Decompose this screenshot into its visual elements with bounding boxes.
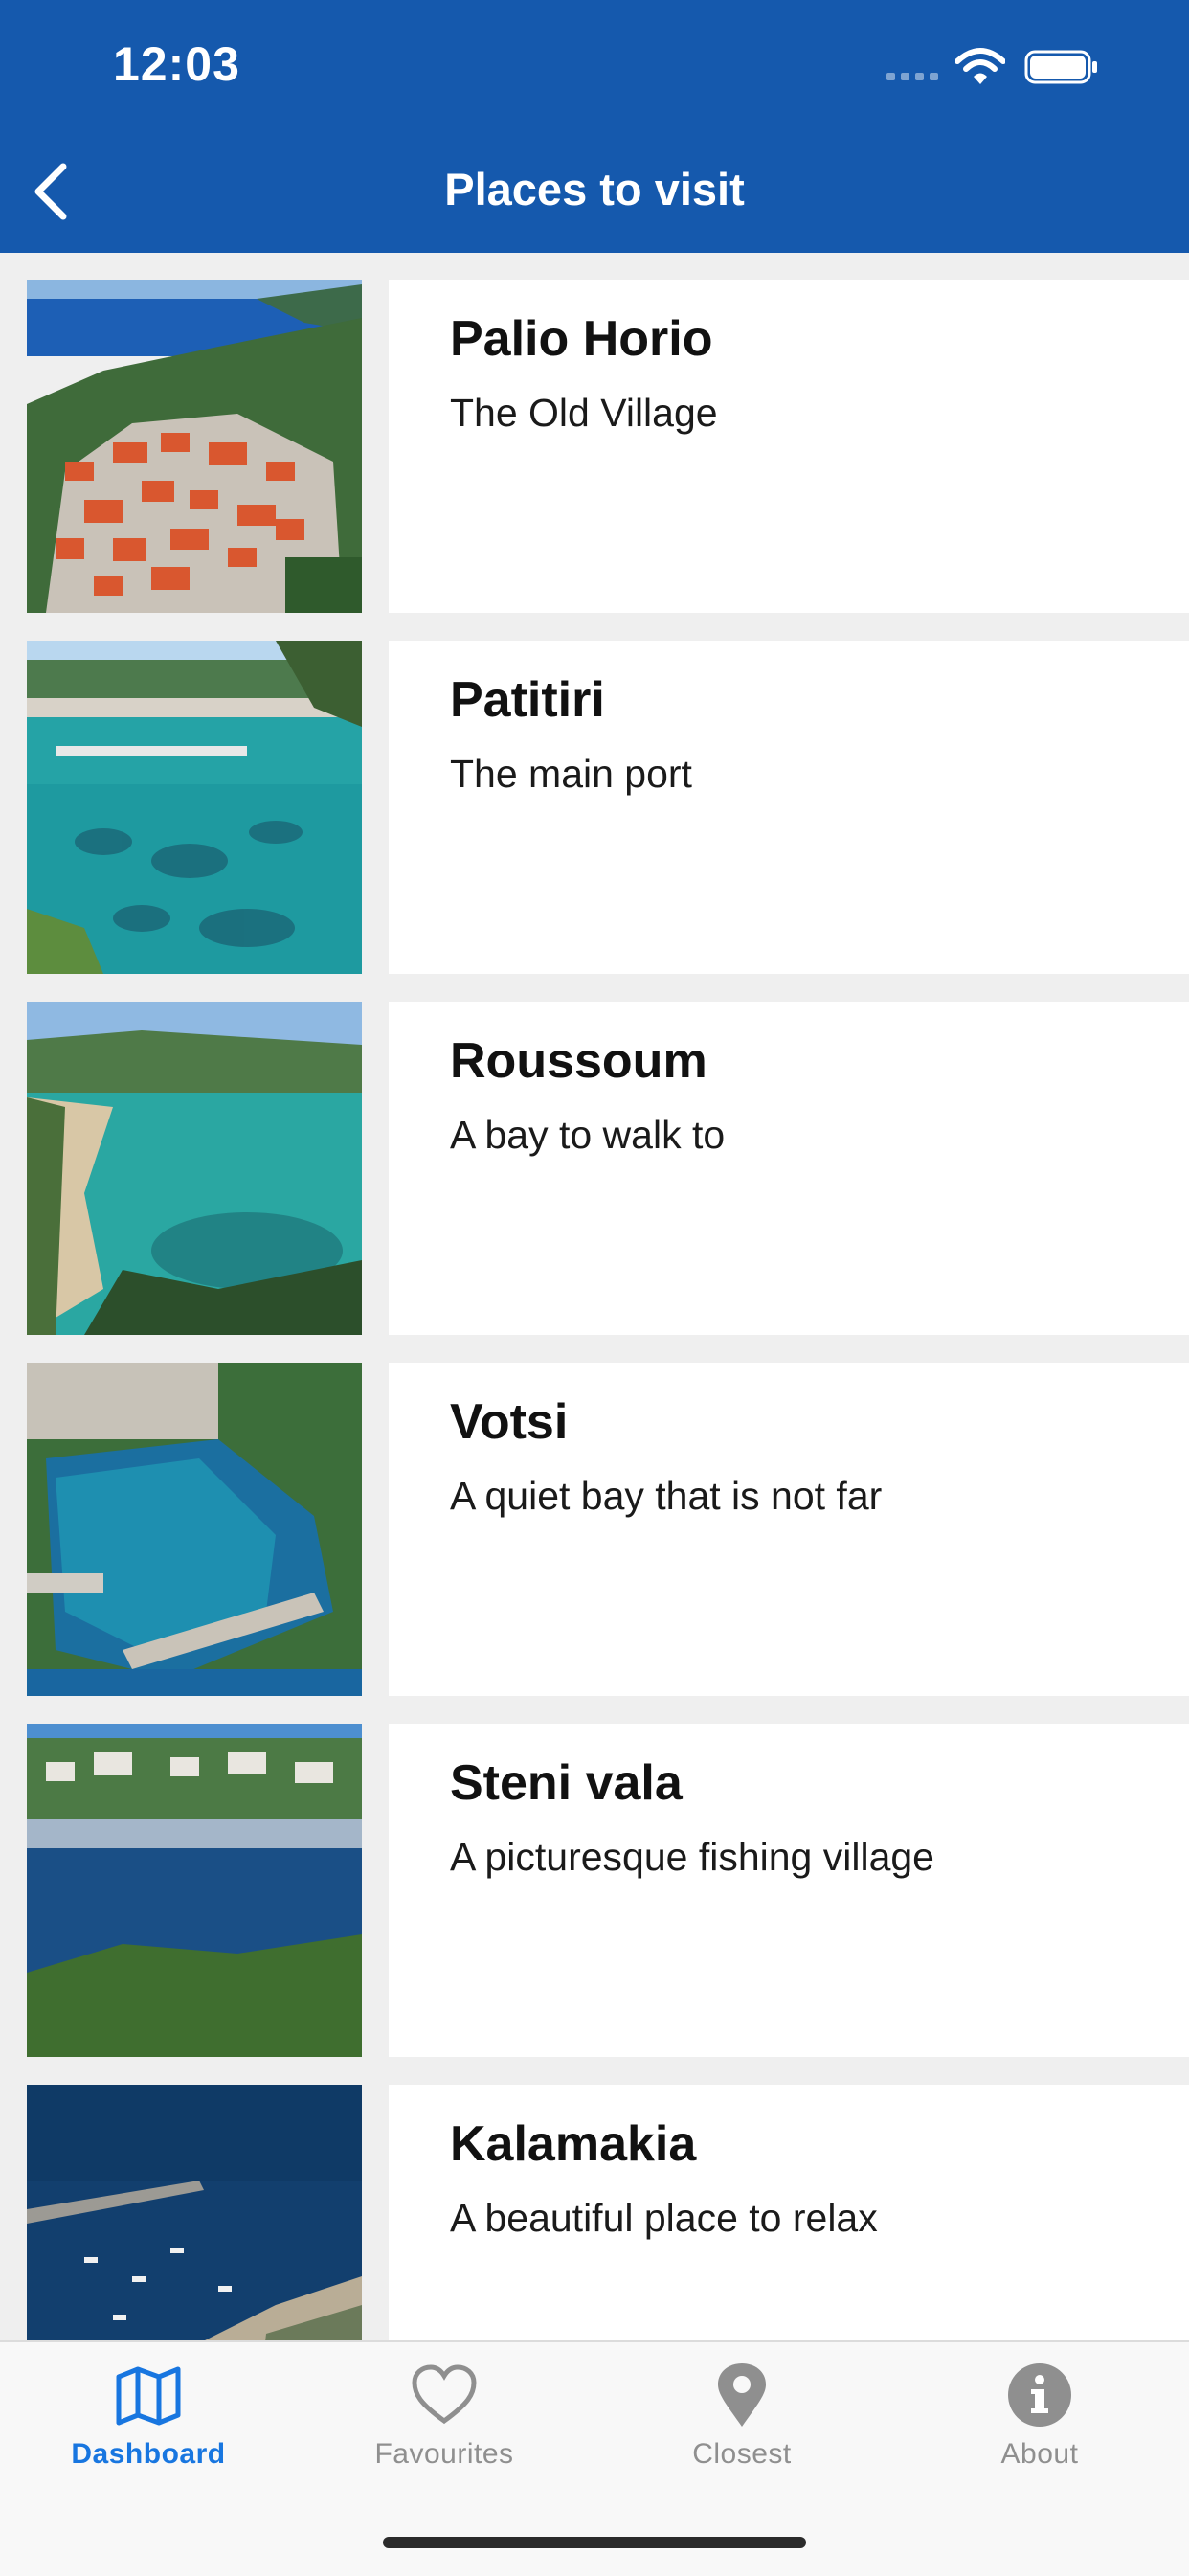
place-name: Kalamakia (450, 2116, 697, 2172)
place-name: Patitiri (450, 672, 605, 728)
place-card[interactable]: Kalamakia A beautiful place to relax (389, 2085, 1189, 2340)
map-icon (116, 2366, 181, 2426)
place-row[interactable]: Votsi A quiet bay that is not far (0, 1336, 1189, 1696)
app-header: 12:03 Places to visit (0, 0, 1189, 253)
place-photo-roussoum (27, 1002, 362, 1335)
page-title: Places to visit (444, 164, 745, 215)
battery-icon (1024, 50, 1097, 84)
place-name: Votsi (450, 1394, 569, 1450)
place-name: Steni vala (450, 1755, 683, 1811)
status-icons (886, 46, 1116, 86)
place-row[interactable]: Roussoum A bay to walk to (0, 975, 1189, 1335)
place-description: A quiet bay that is not far (450, 1474, 883, 1518)
signal-icon (886, 73, 940, 80)
info-icon (1008, 2363, 1071, 2427)
place-photo-palio-horio (27, 280, 362, 613)
place-description: The main port (450, 752, 692, 796)
place-card[interactable]: Patitiri The main port (389, 641, 1189, 974)
tab-dashboard[interactable]: Dashboard (34, 2342, 263, 2515)
tab-label: About (1000, 2438, 1079, 2470)
place-row[interactable]: Kalamakia A beautiful place to relax (0, 2058, 1189, 2340)
place-name: Roussoum (450, 1033, 707, 1089)
place-row[interactable]: Patitiri The main port (0, 614, 1189, 974)
tab-favourites[interactable]: Favourites (329, 2342, 559, 2515)
heart-icon (412, 2364, 477, 2425)
place-row[interactable]: Palio Horio The Old Village (0, 253, 1189, 613)
tab-closest[interactable]: Closest (627, 2342, 857, 2515)
place-card[interactable]: Palio Horio The Old Village (389, 280, 1189, 613)
place-description: The Old Village (450, 391, 718, 435)
place-description: A bay to walk to (450, 1113, 726, 1157)
place-photo-patitiri (27, 641, 362, 974)
place-photo-votsi (27, 1363, 362, 1696)
place-name: Palio Horio (450, 311, 713, 367)
place-photo-kalamakia (27, 2085, 362, 2340)
place-card[interactable]: Votsi A quiet bay that is not far (389, 1363, 1189, 1696)
tab-label: Closest (692, 2438, 792, 2470)
place-card[interactable]: Roussoum A bay to walk to (389, 1002, 1189, 1335)
place-description: A picturesque fishing village (450, 1835, 934, 1879)
home-indicator (383, 2537, 806, 2548)
location-pin-icon (718, 2363, 766, 2427)
places-list: Palio Horio The Old Village Patitiri The… (0, 253, 1189, 2340)
place-photo-steni-vala (27, 1724, 362, 2057)
tab-label: Dashboard (71, 2438, 226, 2470)
tab-label: Favourites (374, 2438, 514, 2470)
wifi-icon (955, 48, 1005, 84)
tab-about[interactable]: About (925, 2342, 1155, 2515)
place-card[interactable]: Steni vala A picturesque fishing village (389, 1724, 1189, 2057)
place-description: A beautiful place to relax (450, 2196, 878, 2240)
status-time: 12:03 (113, 37, 240, 91)
place-row[interactable]: Steni vala A picturesque fishing village (0, 1697, 1189, 2057)
